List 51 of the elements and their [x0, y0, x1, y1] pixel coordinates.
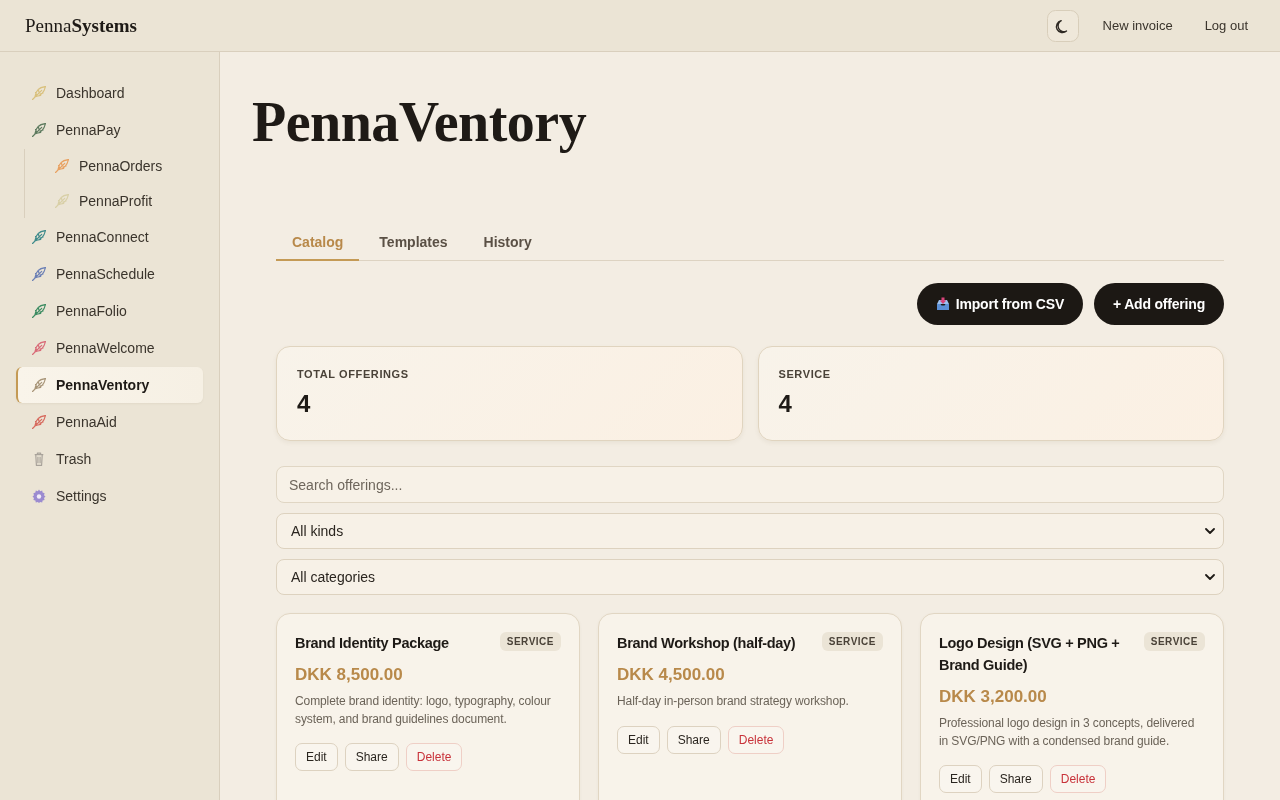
sidebar-item[interactable]: PennaPay	[16, 112, 203, 148]
offering-price: DKK 8,500.00	[295, 664, 403, 686]
card-action-button[interactable]: Delete	[727, 725, 785, 754]
sidebar-item[interactable]: PennaFolio	[16, 293, 203, 329]
sidebar-subitem[interactable]: PennaOrders	[39, 149, 203, 183]
tab[interactable]: Templates	[363, 224, 464, 261]
offering-price: DKK 4,500.00	[617, 664, 725, 686]
kind-badge: SERVICE	[821, 632, 883, 651]
tab[interactable]: History	[467, 224, 548, 261]
sidebar-item[interactable]: PennaSchedule	[16, 256, 203, 292]
sidebar-item[interactable]: Trash	[16, 441, 203, 477]
stat-label: SERVICE	[778, 367, 831, 381]
header-link[interactable]: New invoice	[1090, 10, 1185, 41]
sidebar-item[interactable]: Dashboard	[16, 75, 203, 111]
offering-title: Brand Identity Package	[295, 634, 449, 653]
sidebar-item[interactable]: PennaWelcome	[16, 330, 203, 366]
brand-logo[interactable]: PennaSystems	[25, 14, 137, 37]
stat-label: TOTAL OFFERINGS	[297, 367, 409, 381]
header-link[interactable]: Log out	[1192, 10, 1260, 41]
offering-price: DKK 3,200.00	[939, 686, 1047, 708]
search-field[interactable]: Search offerings...	[276, 466, 1224, 503]
action-button[interactable]: Import from CSV	[916, 283, 1084, 325]
offering-description: Complete brand identity: logo, typography, colour system, and brand guidelines document.	[295, 693, 552, 728]
stat-value: 4	[778, 389, 792, 419]
card-action-button[interactable]: Delete	[1049, 765, 1107, 793]
chevron-down-icon	[1205, 574, 1215, 580]
kind-badge: SERVICE	[499, 632, 561, 651]
sidebar-subitem[interactable]: PennaProfit	[39, 184, 203, 218]
card-action-button[interactable]: Share	[666, 725, 721, 754]
moon-icon[interactable]	[1046, 9, 1079, 42]
card-action-button[interactable]: Edit	[617, 725, 660, 754]
card-action-button[interactable]: Share	[344, 743, 399, 771]
card-action-button[interactable]: Edit	[295, 743, 338, 771]
offering-description: Half-day in-person brand strategy workshop.	[617, 693, 850, 710]
card-action-button[interactable]: Share	[988, 765, 1043, 793]
sidebar-item[interactable]: PennaVentory	[16, 367, 203, 403]
stat-value: 4	[297, 389, 311, 419]
card-action-button[interactable]: Edit	[939, 765, 982, 793]
filter-dropdown[interactable]: All categories	[276, 559, 1224, 595]
sidebar-item[interactable]: Settings	[16, 478, 203, 514]
sidebar-item[interactable]: PennaConnect	[16, 219, 203, 255]
card-action-button[interactable]: Delete	[405, 743, 463, 771]
filter-dropdown[interactable]: All kinds	[276, 513, 1224, 549]
sidebar-item[interactable]: PennaAid	[16, 404, 203, 440]
offering-title: Logo Design (SVG + PNG + Brand Guide)	[939, 634, 1121, 675]
kind-badge: SERVICE	[1143, 632, 1205, 651]
inbox-tray-icon	[935, 297, 950, 311]
offering-description: Professional logo design in 3 concepts, delivered in SVG/PNG with a condensed brand guide.	[939, 715, 1196, 750]
chevron-down-icon	[1205, 528, 1215, 534]
offering-title: Brand Workshop (half-day)	[617, 634, 796, 653]
action-button[interactable]: + Add offering	[1094, 283, 1224, 325]
